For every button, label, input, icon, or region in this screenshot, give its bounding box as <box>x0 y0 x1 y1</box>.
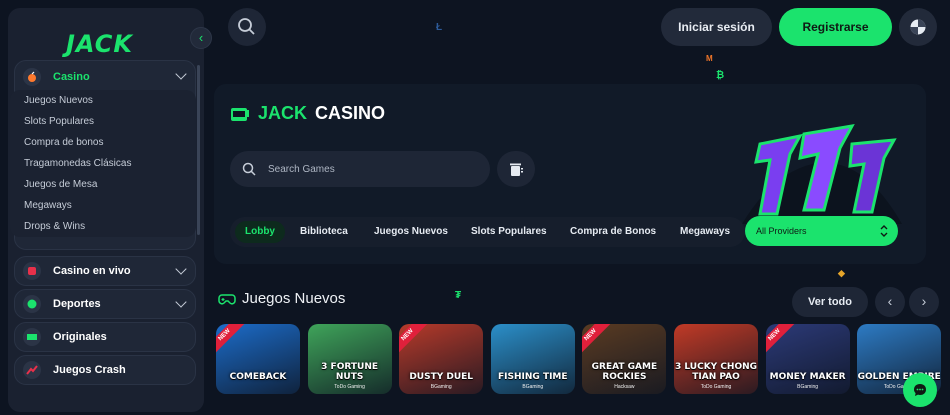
search-icon <box>238 18 255 35</box>
bnb-icon: ◆ <box>838 268 845 278</box>
game-studio: BGaming <box>522 384 544 390</box>
header-search-button[interactable] <box>228 8 266 46</box>
casino-submenu: Juegos Nuevos Slots Populares Compra de … <box>10 90 196 237</box>
monero-icon: M <box>706 54 713 63</box>
submenu-item[interactable]: Compra de bonos <box>10 132 196 153</box>
sports-icon <box>23 295 41 313</box>
tab-slots-populares[interactable]: Slots Populares <box>461 221 557 243</box>
game-card[interactable]: NEW GREAT GAME ROCKIES Hacksaw <box>582 324 667 394</box>
login-button[interactable]: Iniciar sesión <box>661 8 772 46</box>
sidebar-item-label: Juegos Crash <box>53 364 126 376</box>
game-studio: BGaming <box>430 384 452 390</box>
game-card[interactable]: NEW COMEBACK <box>216 324 300 394</box>
game-title: MONEY MAKER <box>769 372 846 382</box>
hero-title-brand: JACK <box>258 103 308 123</box>
sidebar-item-label: Originales <box>53 331 107 343</box>
chevron-down-icon[interactable] <box>175 68 187 80</box>
chat-button[interactable] <box>903 373 937 407</box>
submenu-item[interactable]: Juegos Nuevos <box>10 90 196 111</box>
chevron-down-icon[interactable] <box>175 263 187 275</box>
casino-icon <box>23 68 41 86</box>
new-badge: NEW <box>765 324 795 356</box>
originals-icon <box>23 328 41 346</box>
game-studio: ToDo Gaming <box>700 384 732 390</box>
submenu-item[interactable]: Juegos de Mesa <box>10 174 196 195</box>
search-icon <box>242 162 256 176</box>
game-studio: BGaming <box>797 384 819 390</box>
new-badge: NEW <box>582 324 612 356</box>
tab-juegos-nuevos[interactable]: Juegos Nuevos <box>364 221 458 243</box>
tab-compra-de-bonos[interactable]: Compra de Bonos <box>560 221 666 243</box>
new-badge: NEW <box>216 324 246 356</box>
chat-icon <box>914 384 926 396</box>
game-title: FISHING TIME <box>498 372 568 382</box>
bitcoin-icon: ₿ <box>716 70 725 81</box>
language-button[interactable] <box>899 8 937 46</box>
slot-machine-icon <box>231 107 249 121</box>
globe-icon <box>910 19 926 35</box>
sidebar-item-deportes[interactable]: Deportes <box>14 289 196 319</box>
game-title: 3 FORTUNE NUTS <box>321 362 379 382</box>
category-tabs: Lobby Biblioteca Juegos Nuevos Slots Pop… <box>230 217 745 247</box>
game-title: COMEBACK <box>229 372 287 382</box>
game-card[interactable]: 3 FORTUNE NUTS ToDo Gaming <box>307 324 392 394</box>
sidebar-item-juegos-crash[interactable]: Juegos Crash <box>14 355 196 385</box>
chevron-down-icon[interactable] <box>175 296 187 308</box>
submenu-item[interactable]: Tragamonedas Clásicas <box>10 153 196 174</box>
game-card[interactable]: NEW MONEY MAKER BGaming <box>765 324 850 394</box>
game-studio: ToDo Gaming <box>334 384 365 390</box>
register-button[interactable]: Registrarse <box>779 8 892 46</box>
game-search-field[interactable] <box>230 151 490 187</box>
sidebar-item-casino[interactable]: Casino <box>15 61 195 93</box>
trash-icon <box>510 163 523 176</box>
submenu-item[interactable]: Slots Populares <box>10 111 196 132</box>
hero-title-text: CASINO <box>315 103 386 123</box>
providers-label: All Providers <box>756 226 807 236</box>
new-badge: NEW <box>399 324 429 356</box>
tether-icon: ₮ <box>455 290 462 301</box>
crash-icon <box>23 361 41 379</box>
search-input[interactable] <box>268 163 468 175</box>
providers-select[interactable]: All Providers <box>745 216 898 246</box>
section-title: Juegos Nuevos <box>218 290 345 307</box>
tab-megaways[interactable]: Megaways <box>670 221 740 243</box>
sidebar-item-casino-en-vivo[interactable]: Casino en vivo <box>14 256 196 286</box>
view-all-button[interactable]: Ver todo <box>792 287 868 317</box>
litecoin-icon: Ł <box>436 22 443 33</box>
gamepad-icon <box>218 293 236 304</box>
sidebar-item-label: Casino <box>53 71 90 83</box>
game-card[interactable]: 3 LUCKY CHONG TIAN PAO ToDo Gaming <box>674 324 758 394</box>
sidebar-item-originales[interactable]: Originales <box>14 322 196 352</box>
tab-lobby[interactable]: Lobby <box>235 221 285 243</box>
submenu-item[interactable]: Megaways <box>10 195 196 216</box>
live-casino-icon <box>23 262 41 280</box>
sidebar-item-label: Deportes <box>53 298 101 310</box>
game-card[interactable]: FISHING TIME BGaming <box>490 324 575 394</box>
submenu-item[interactable]: Drops & Wins <box>10 216 196 237</box>
logo[interactable]: JACK <box>66 30 133 58</box>
tab-biblioteca[interactable]: Biblioteca <box>290 221 358 243</box>
section-title-text: Juegos Nuevos <box>242 290 346 307</box>
next-button[interactable]: › <box>909 287 939 317</box>
collapse-sidebar-button[interactable]: ‹ <box>190 27 212 49</box>
game-title: 3 LUCKY CHONG TIAN PAO <box>674 362 758 382</box>
prev-button[interactable]: ‹ <box>875 287 905 317</box>
game-title: DUSTY DUEL <box>409 372 474 382</box>
sidebar-item-label: Casino en vivo <box>53 265 131 277</box>
sort-arrows-icon <box>880 225 888 237</box>
game-card[interactable]: NEW DUSTY DUEL BGaming <box>399 324 484 394</box>
clear-search-button[interactable] <box>497 151 535 187</box>
game-title: GREAT GAME ROCKIES <box>591 362 658 382</box>
hero-title: JACK CASINO <box>230 103 385 124</box>
game-studio: Hacksaw <box>614 384 635 390</box>
sidebar-scrollbar[interactable] <box>197 65 200 235</box>
